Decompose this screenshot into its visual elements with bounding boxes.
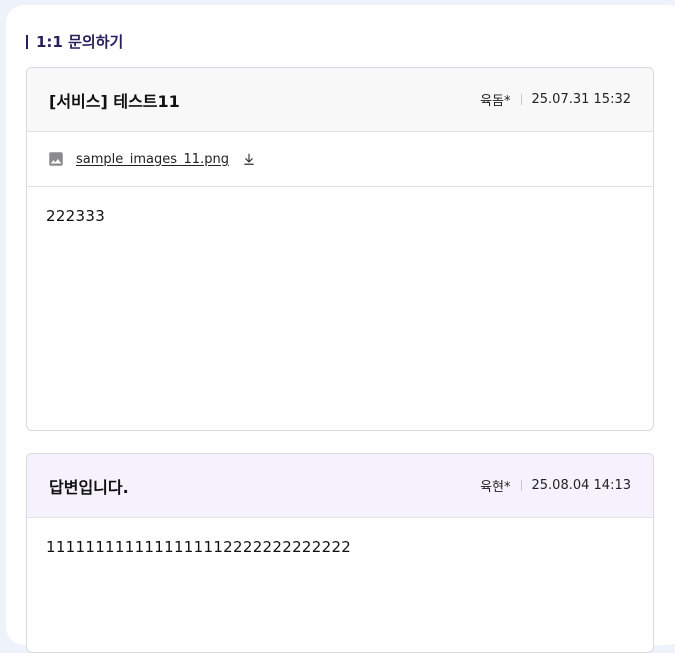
answer-date: 25.08.04 14:13 [531,478,632,493]
question-date: 25.07.31 15:32 [531,92,632,107]
meta-divider [520,480,522,491]
title-accent-bar [26,34,28,49]
answer-card: 답변입니다. 육현* 25.08.04 14:13 11111111111111… [26,453,654,653]
question-author: 육돔* [480,94,511,109]
question-body: 222333 [46,207,106,225]
answer-author: 육현* [480,480,511,495]
meta-divider [520,94,522,105]
image-icon [49,152,63,166]
attachment-file-link[interactable]: sample_images_11.png [76,152,229,167]
section-title-label: 1:1 문의하기 [36,33,124,51]
answer-header: 답변입니다. 육현* 25.08.04 14:13 [27,454,653,518]
answer-body: 1111111111111111112222222222222 [46,538,352,556]
question-header: [서비스] 테스트11 육돔* 25.07.31 15:32 [27,68,653,132]
question-card: [서비스] 테스트11 육돔* 25.07.31 15:32 sample_im… [26,67,654,431]
question-meta: 육돔* 25.07.31 15:32 [480,90,631,109]
question-title: [서비스] 테스트11 [49,91,180,111]
download-icon[interactable] [242,152,256,166]
attachment-row: sample_images_11.png [27,132,653,187]
section-title: 1:1 문의하기 [26,31,123,52]
answer-meta: 육현* 25.08.04 14:13 [480,476,631,495]
answer-title: 답변입니다. [49,477,129,497]
